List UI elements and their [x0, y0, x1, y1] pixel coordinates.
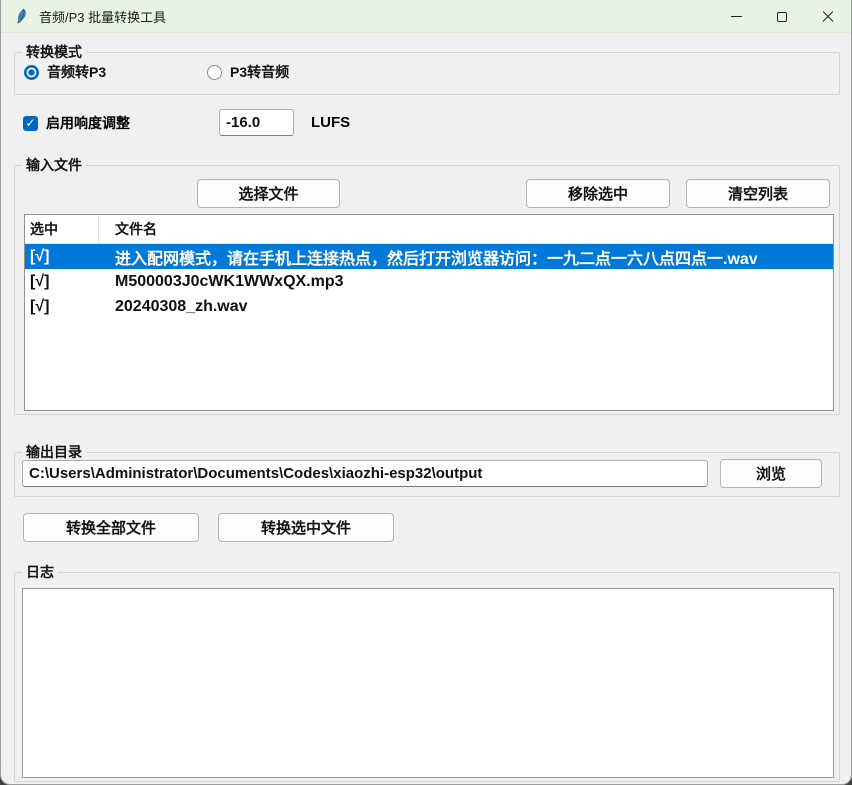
log-group-label: 日志: [22, 563, 58, 581]
minimize-icon: [731, 16, 742, 18]
mode-group: 转换模式 音频转P3 P3转音频: [14, 52, 840, 95]
log-group: 日志: [14, 572, 840, 782]
window-title: 音频/P3 批量转换工具: [39, 7, 166, 26]
output-dir-group-label: 输出目录: [22, 443, 86, 461]
clear-list-button[interactable]: 清空列表: [686, 179, 830, 208]
input-files-group-label: 输入文件: [22, 156, 86, 174]
radio-checked-icon: [24, 65, 39, 80]
row-filename-cell: M500003J0cWK1WWxQX.mp3: [99, 273, 833, 291]
select-files-button[interactable]: 选择文件: [197, 179, 340, 208]
minimize-button[interactable]: [713, 0, 759, 33]
file-list-table: 选中 文件名 [√] 进入配网模式，请在手机上连接热点，然后打开浏览器访问：一九…: [24, 214, 834, 411]
titlebar: 音频/P3 批量转换工具: [1, 0, 851, 33]
lufs-input[interactable]: -16.0: [219, 109, 294, 136]
table-row[interactable]: [√] 20240308_zh.wav: [25, 294, 833, 319]
mode-group-label: 转换模式: [22, 43, 86, 61]
radio-audio-to-p3-label: 音频转P3: [47, 62, 106, 82]
close-icon: [822, 11, 834, 23]
row-filename-cell: 20240308_zh.wav: [99, 298, 833, 316]
close-button[interactable]: [805, 0, 851, 33]
convert-all-button[interactable]: 转换全部文件: [23, 513, 199, 542]
column-header-filename[interactable]: 文件名: [99, 215, 833, 243]
row-checked-cell: [√]: [25, 273, 99, 291]
convert-selected-button[interactable]: 转换选中文件: [218, 513, 394, 542]
loudness-checkbox[interactable]: ✓: [23, 116, 38, 131]
input-files-group: 输入文件 选择文件 移除选中 清空列表 选中 文件名 [√] 进入配网模式，请在…: [14, 165, 840, 415]
column-header-checked[interactable]: 选中: [25, 215, 99, 243]
file-list-header: 选中 文件名: [25, 215, 833, 244]
maximize-icon: [777, 12, 787, 22]
python-feather-icon: [13, 8, 29, 24]
table-row[interactable]: [√] M500003J0cWK1WWxQX.mp3: [25, 269, 833, 294]
output-dir-input[interactable]: C:\Users\Administrator\Documents\Codes\x…: [22, 460, 708, 487]
browse-button[interactable]: 浏览: [720, 459, 822, 488]
output-dir-group: 输出目录 C:\Users\Administrator\Documents\Co…: [14, 452, 840, 497]
remove-selected-button[interactable]: 移除选中: [526, 179, 670, 208]
log-textarea[interactable]: [22, 588, 834, 778]
row-checked-cell: [√]: [25, 298, 99, 316]
radio-unchecked-icon: [207, 65, 222, 80]
loudness-checkbox-label: 启用响度调整: [46, 113, 130, 133]
table-row[interactable]: [√] 进入配网模式，请在手机上连接热点，然后打开浏览器访问：一九二点一六八点四…: [25, 244, 833, 269]
row-filename-cell: 进入配网模式，请在手机上连接热点，然后打开浏览器访问：一九二点一六八点四点一.w…: [99, 245, 833, 269]
window-controls: [713, 0, 851, 33]
loudness-row: ✓ 启用响度调整: [23, 113, 130, 133]
lufs-unit-label: LUFS: [311, 114, 350, 131]
radio-audio-to-p3[interactable]: 音频转P3: [24, 62, 106, 82]
radio-p3-to-audio[interactable]: P3转音频: [207, 62, 289, 82]
app-window: 音频/P3 批量转换工具 转换模式 音频转P3 P3转音频 ✓ 启用响度调整 -…: [0, 0, 852, 785]
maximize-button[interactable]: [759, 0, 805, 33]
row-checked-cell: [√]: [25, 248, 99, 266]
radio-p3-to-audio-label: P3转音频: [230, 62, 289, 82]
